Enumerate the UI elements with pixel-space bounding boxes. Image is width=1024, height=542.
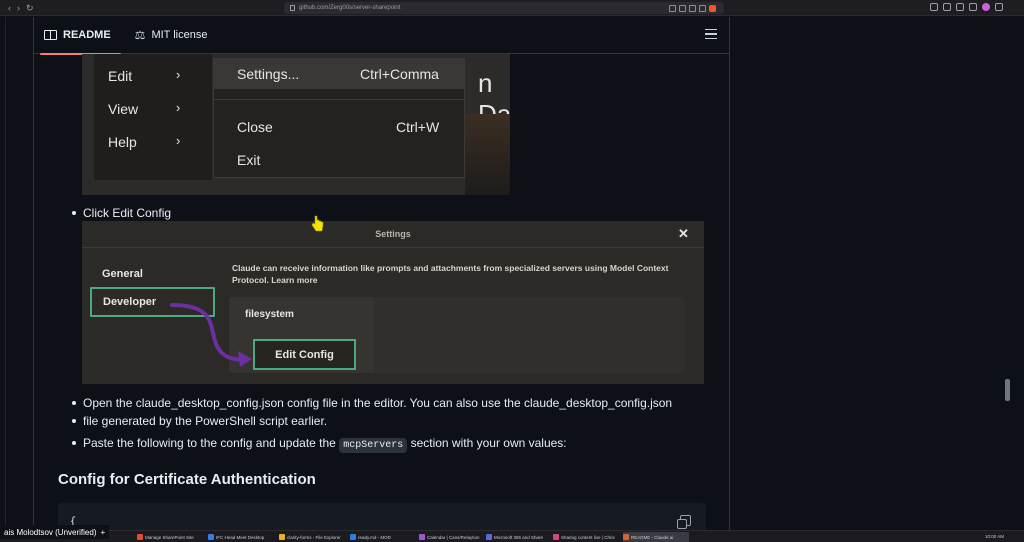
browser-right-icons [930, 3, 1003, 11]
address-bar-icons [669, 3, 716, 12]
paste-prefix: Paste the following to the config and up… [83, 436, 336, 450]
bullet-paste: Paste the following to the config and up… [72, 434, 567, 455]
submenu-settings-shortcut: Ctrl+Comma [360, 66, 439, 82]
reload-icon[interactable]: ↻ [26, 0, 34, 16]
screenshot-icon[interactable] [669, 5, 676, 12]
taskbar-item-label: clarity-forms - File Explorer [287, 534, 341, 540]
taskbar-item[interactable]: Sharing content live | Chris [553, 532, 619, 542]
chevron-right-icon: › [176, 100, 181, 115]
app-icon [623, 534, 629, 540]
hand-cursor-icon [311, 215, 324, 232]
taskbar-item[interactable]: IFC Head Meet Desktop [208, 532, 274, 542]
taskbar-item[interactable]: Calendar | Cans/Relaytion [419, 532, 485, 542]
submenu-exit: Exit [237, 152, 261, 168]
taskbar-item-label: README - Claude.ai [631, 534, 674, 540]
readme-container: README ⚖ MIT license Edit › View › Help … [33, 17, 730, 530]
zoom-icon[interactable] [679, 5, 686, 12]
app-icon [208, 534, 214, 540]
taskbar-item-label: Sharing content live | Chris [561, 534, 615, 540]
menu-help: Help [108, 134, 137, 150]
presenter-name: ais Molodtsov (Unverified) [4, 527, 97, 537]
submenu-close-shortcut: Ctrl+W [396, 119, 440, 135]
app-icon [553, 534, 559, 540]
menu-icon[interactable] [995, 3, 1003, 11]
chevron-right-icon: › [176, 67, 181, 82]
menu-view: View [108, 101, 139, 117]
sidebar-icon[interactable] [956, 3, 964, 11]
settings-screenshot: Settings ✕ General Developer Claude can … [82, 221, 704, 384]
copy-icon[interactable] [677, 515, 691, 529]
tab-license[interactable]: ⚖ MIT license [135, 17, 218, 54]
inline-code: mcpServers [339, 438, 408, 453]
app-icon [486, 534, 492, 540]
taskbar-item-label: Manage SharePoint Site [145, 534, 194, 540]
add-icon: + [100, 527, 106, 537]
bullet-click-edit: Click Edit Config [71, 206, 172, 220]
brave-shield-icon[interactable] [709, 5, 716, 12]
taskbar-item-label: Microsoft 365 and Share [494, 534, 544, 540]
bullet-open-config-cont: file generated by the PowerShell script … [71, 412, 328, 430]
paste-suffix: section with your own values: [410, 436, 567, 450]
taskbar-item[interactable]: clarity-forms - File Explorer [279, 532, 345, 542]
left-gutter [0, 17, 6, 530]
tab-readme[interactable]: README [40, 17, 121, 55]
law-icon: ⚖ [134, 28, 146, 42]
taskbar-item[interactable]: Microsoft 365 and Share [486, 532, 552, 542]
url-text[interactable]: github.com/Zerg00s/server-sharepoint [299, 5, 400, 11]
tab-license-label: MIT license [151, 29, 208, 41]
star-icon[interactable] [699, 5, 706, 12]
taskbar-item[interactable]: Manage SharePoint Site [137, 532, 203, 542]
taskbar-item-label: ready.md - MOD [358, 534, 391, 540]
taskbar-item-label: Calendar | Cans/Relaytion [427, 534, 480, 540]
menu-edit: Edit [108, 68, 133, 84]
book-icon [44, 30, 57, 40]
chevron-right-icon: › [176, 133, 181, 148]
download-icon[interactable] [969, 3, 977, 11]
submenu-settings: Settings... [237, 66, 300, 82]
bookmark-icon[interactable] [290, 5, 295, 11]
nav-buttons: ‹ › ↻ [0, 0, 60, 16]
file-submenu: Settings... Ctrl+Comma Close Ctrl+W Exit [213, 58, 465, 178]
submenu-divider [214, 99, 464, 100]
taskbar: Manage SharePoint Site IFC Head Meet Desk… [0, 530, 1024, 542]
app-icon [279, 534, 285, 540]
taskbar-item[interactable]: ready.md - MOD [350, 532, 416, 542]
bullet-open-config: Open the claude_desktop_config.json conf… [71, 396, 673, 410]
annotation-arrow [170, 303, 252, 367]
app-icon [350, 534, 356, 540]
menu-screenshot: Edit › View › Help › n Da Settings... Ct… [82, 54, 510, 195]
bullet-open-config-line2: file generated by the PowerShell script … [83, 414, 328, 428]
taskbar-clock: 10:00 AM [984, 534, 1004, 539]
submenu-close: Close [237, 119, 273, 135]
background-image [465, 114, 510, 195]
profile-avatar[interactable] [982, 3, 990, 11]
share-icon[interactable] [689, 5, 696, 12]
code-block: { [58, 503, 706, 530]
taskbar-item-label: IFC Head Meet Desktop [216, 534, 265, 540]
github-page: README ⚖ MIT license Edit › View › Help … [0, 17, 1024, 530]
extension-icon[interactable] [930, 3, 938, 11]
tab-readme-label: README [63, 29, 111, 41]
wallet-icon[interactable] [943, 3, 951, 11]
back-icon[interactable]: ‹ [8, 0, 11, 16]
forward-icon[interactable]: › [17, 0, 20, 16]
taskbar-item[interactable]: README - Claude.ai [623, 532, 689, 542]
presenter-label: ais Molodtsov (Unverified) + [0, 525, 110, 539]
app-icon [137, 534, 143, 540]
address-bar[interactable]: github.com/Zerg00s/server-sharepoint [284, 2, 724, 14]
outline-icon[interactable] [705, 29, 717, 39]
page-scrollbar[interactable] [1005, 379, 1010, 401]
app-icon [419, 534, 425, 540]
readme-tabs: README ⚖ MIT license [34, 17, 729, 55]
section-heading: Config for Certificate Authentication [58, 471, 316, 488]
browser-toolbar: ‹ › ↻ github.com/Zerg00s/server-sharepoi… [0, 0, 1024, 16]
